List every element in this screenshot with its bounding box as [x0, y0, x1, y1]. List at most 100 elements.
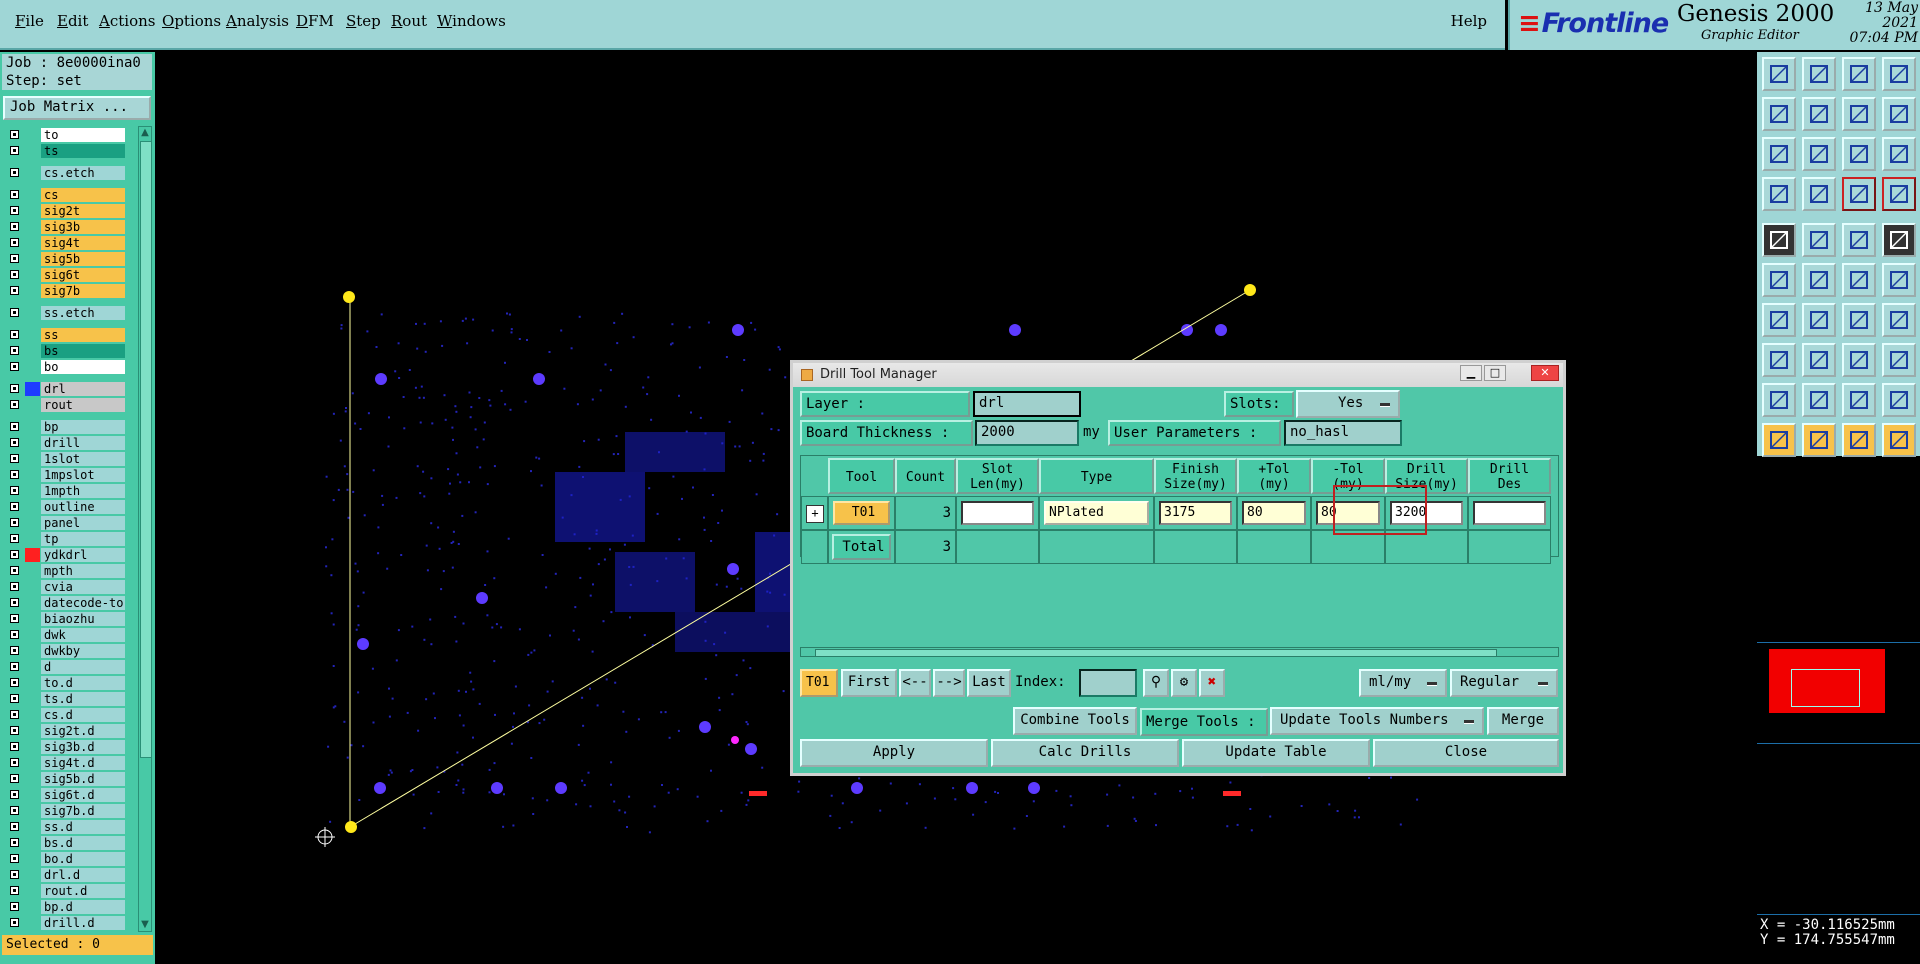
- first-button[interactable]: First: [841, 669, 897, 697]
- layer-name[interactable]: sig5b.d: [41, 772, 125, 786]
- layer-checkbox[interactable]: [10, 582, 19, 591]
- layer-name[interactable]: ss.etch: [41, 306, 125, 320]
- layer-checkbox[interactable]: [10, 286, 19, 295]
- layer-checkbox[interactable]: [10, 694, 19, 703]
- job-matrix-button[interactable]: Job Matrix ...: [3, 96, 151, 120]
- layer-row-sig3b-d[interactable]: sig3b.d: [4, 740, 125, 755]
- minimize-icon[interactable]: ▁: [1460, 365, 1482, 381]
- layer-row-sig4t[interactable]: sig4t: [4, 236, 125, 251]
- layer-name[interactable]: ts.d: [41, 692, 125, 706]
- layer-name[interactable]: cs: [41, 188, 125, 202]
- layer-checkbox[interactable]: [10, 190, 19, 199]
- layer-row-tp[interactable]: tp: [4, 532, 125, 547]
- open-step-icon[interactable]: [1762, 57, 1796, 91]
- layer-checkbox[interactable]: [10, 646, 19, 655]
- layer-checkbox[interactable]: [10, 550, 19, 559]
- layer-name[interactable]: to: [41, 128, 125, 142]
- layer-name[interactable]: bp.d: [41, 900, 125, 914]
- layer-color-swatch[interactable]: [25, 676, 40, 690]
- layer-color-swatch[interactable]: [25, 268, 40, 282]
- surface-fill-icon[interactable]: [1882, 383, 1916, 417]
- layer-checkbox[interactable]: [10, 400, 19, 409]
- center-icon[interactable]: [1802, 137, 1836, 171]
- layer-color-swatch[interactable]: [25, 660, 40, 674]
- layer-color-swatch[interactable]: [25, 516, 40, 530]
- layer-row-ss-d[interactable]: ss.d: [4, 820, 125, 835]
- copy-icon[interactable]: [1882, 343, 1916, 377]
- layer-name[interactable]: rout.d: [41, 884, 125, 898]
- probe-icon[interactable]: [1802, 177, 1836, 211]
- layer-color-swatch[interactable]: [25, 740, 40, 754]
- layer-checkbox[interactable]: [10, 918, 19, 927]
- menu-windows[interactable]: Windows: [437, 12, 506, 30]
- layer-checkbox[interactable]: [10, 168, 19, 177]
- update-table-button[interactable]: Update Table: [1182, 739, 1370, 767]
- menu-dfm[interactable]: DFM: [296, 12, 334, 30]
- layer-checkbox[interactable]: [10, 330, 19, 339]
- select-arrow-2-icon[interactable]: [1802, 423, 1836, 457]
- layer-name[interactable]: ss.d: [41, 820, 125, 834]
- layer-row-bs-d[interactable]: bs.d: [4, 836, 125, 851]
- layer-name[interactable]: bo.d: [41, 852, 125, 866]
- layer-name[interactable]: sig2t: [41, 204, 125, 218]
- layer-row-ydkdrl[interactable]: ydkdrl: [4, 548, 125, 563]
- scroll-thumb[interactable]: [140, 141, 152, 758]
- pad-icon[interactable]: [1882, 223, 1916, 257]
- settings-tool-icon[interactable]: ⚙: [1171, 669, 1197, 697]
- calc-drills-button[interactable]: Calc Drills: [991, 739, 1179, 767]
- ruler-point-top[interactable]: [343, 291, 355, 303]
- layer-name[interactable]: sig7b.d: [41, 804, 125, 818]
- layer-color-swatch[interactable]: [25, 188, 40, 202]
- layer-checkbox[interactable]: [10, 870, 19, 879]
- layer-color-swatch[interactable]: [25, 580, 40, 594]
- row-tool[interactable]: T01: [833, 501, 890, 525]
- layer-checkbox[interactable]: [10, 566, 19, 575]
- layer-row-dwk[interactable]: dwk: [4, 628, 125, 643]
- layer-row-sig2t[interactable]: sig2t: [4, 204, 125, 219]
- layer-row-ss[interactable]: ss: [4, 328, 125, 343]
- layer-checkbox[interactable]: [10, 886, 19, 895]
- layer-checkbox[interactable]: [10, 206, 19, 215]
- layer-color-swatch[interactable]: [25, 128, 40, 142]
- layer-checkbox[interactable]: [10, 598, 19, 607]
- close-button[interactable]: Close: [1373, 739, 1559, 767]
- layer-name[interactable]: drill: [41, 436, 125, 450]
- row-slot-len-input[interactable]: [961, 501, 1034, 525]
- layer-color-swatch[interactable]: [25, 596, 40, 610]
- layer-row-sig4t-d[interactable]: sig4t.d: [4, 756, 125, 771]
- layer-color-swatch[interactable]: [25, 788, 40, 802]
- arc-icon[interactable]: [1842, 303, 1876, 337]
- layer-color-swatch[interactable]: [25, 468, 40, 482]
- select-arrow-3-icon[interactable]: [1842, 423, 1876, 457]
- layer-color-swatch[interactable]: [25, 328, 40, 342]
- layer-color-swatch[interactable]: [25, 500, 40, 514]
- layer-checkbox[interactable]: [10, 384, 19, 393]
- layer-row-sig6t[interactable]: sig6t: [4, 268, 125, 283]
- layer-color-swatch[interactable]: [25, 852, 40, 866]
- layer-name[interactable]: panel: [41, 516, 125, 530]
- layer-color-swatch[interactable]: [25, 220, 40, 234]
- layer-row-datecode-to[interactable]: datecode-to: [4, 596, 125, 611]
- layer-color-swatch[interactable]: [25, 306, 40, 320]
- next-button[interactable]: -->: [933, 669, 965, 697]
- angle-icon[interactable]: [1762, 303, 1796, 337]
- layer-name[interactable]: 1slot: [41, 452, 125, 466]
- layer-name[interactable]: sig5b: [41, 252, 125, 266]
- ruler-point-bottom[interactable]: [345, 821, 357, 833]
- delete-tool-icon[interactable]: ✖: [1199, 669, 1225, 697]
- layer-checkbox[interactable]: [10, 422, 19, 431]
- layer-checkbox[interactable]: [10, 470, 19, 479]
- line-draw-icon[interactable]: [1802, 303, 1836, 337]
- layer-row-sig7b-d[interactable]: sig7b.d: [4, 804, 125, 819]
- layer-checkbox[interactable]: [10, 902, 19, 911]
- layer-checkbox[interactable]: [10, 742, 19, 751]
- layer-checkbox[interactable]: [10, 454, 19, 463]
- layer-name[interactable]: biaozhu: [41, 612, 125, 626]
- table-hscroll[interactable]: [800, 647, 1559, 657]
- select-multi-icon[interactable]: [1882, 423, 1916, 457]
- layer-color-swatch[interactable]: [25, 884, 40, 898]
- layer-checkbox[interactable]: [10, 346, 19, 355]
- layer-row-drill[interactable]: drill: [4, 436, 125, 451]
- layer-row-d[interactable]: d: [4, 660, 125, 675]
- add-line-icon[interactable]: [1842, 263, 1876, 297]
